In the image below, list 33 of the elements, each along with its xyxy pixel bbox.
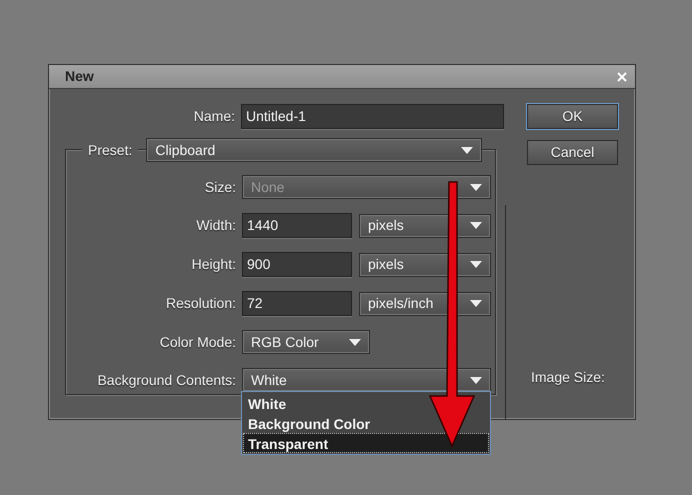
unit-dropdown[interactable]: pixels (359, 252, 491, 276)
field-label: Color Mode: (158, 332, 236, 352)
dropdown[interactable]: White (242, 368, 491, 392)
field-label: Resolution: (164, 294, 236, 313)
caret-icon (470, 376, 482, 384)
dropdown-option[interactable]: White (243, 393, 489, 413)
number-field[interactable]: 1440 (242, 213, 352, 238)
caret-icon (461, 146, 474, 154)
caret-icon (349, 338, 361, 346)
field-label: Background Contents: (96, 370, 236, 390)
field-label: Height: (190, 255, 236, 274)
preset-dropdown[interactable]: Clipboard (146, 138, 482, 162)
caret-icon (470, 222, 482, 229)
dropdown: None (242, 175, 491, 199)
caret-icon (470, 184, 482, 190)
caret-icon (470, 261, 482, 268)
name-field[interactable]: Untitled-1 (241, 104, 504, 129)
close-icon[interactable] (617, 72, 627, 82)
number-field[interactable]: 72 (242, 291, 352, 316)
number-field[interactable]: 900 (242, 252, 352, 277)
caret-icon (470, 300, 482, 307)
name-label: Name: (192, 107, 235, 126)
window-title: New (65, 67, 94, 86)
field-label: Width: (195, 216, 236, 235)
dropdown-option[interactable]: Transparent (243, 433, 489, 453)
unit-dropdown[interactable]: pixels/inch (359, 292, 491, 316)
dropdown-option[interactable]: Background Color (243, 413, 489, 433)
dropdown[interactable]: RGB Color (242, 330, 370, 354)
field-label: Size: (204, 178, 236, 196)
ok-button[interactable]: OK (527, 104, 618, 129)
image-size-label: Image Size: (531, 368, 605, 387)
cancel-button[interactable]: Cancel (527, 140, 618, 165)
unit-dropdown[interactable]: pixels (359, 214, 491, 238)
